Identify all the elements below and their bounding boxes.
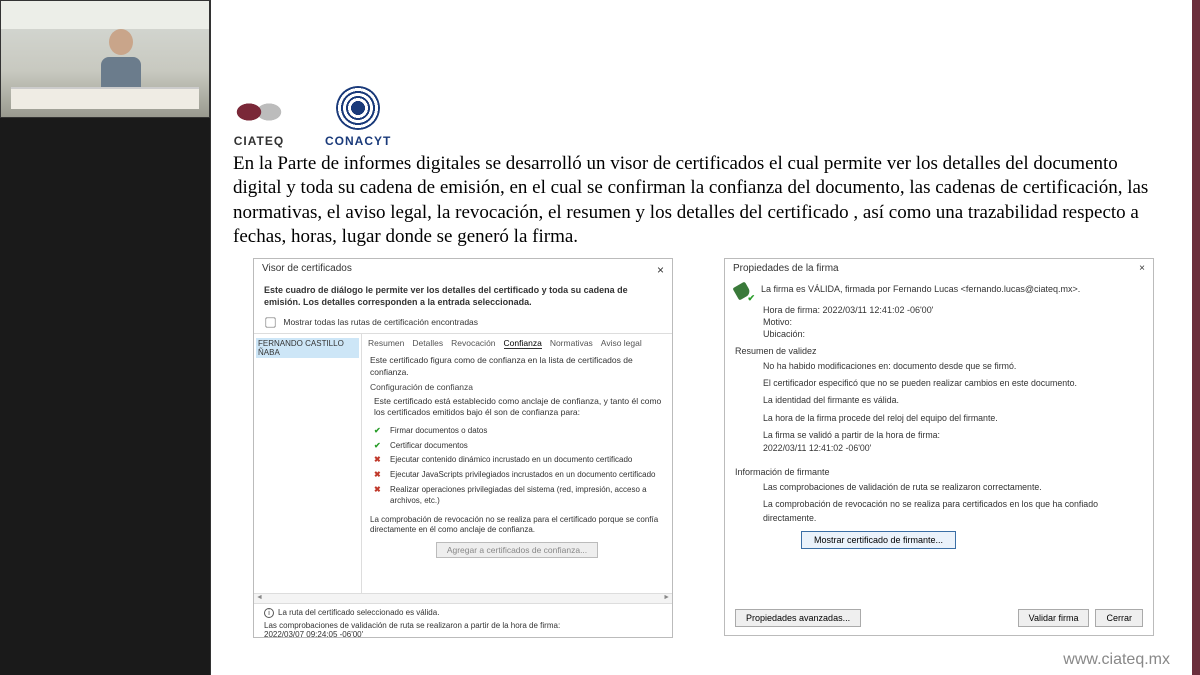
sign-time-label: Hora de firma: — [763, 305, 820, 315]
tab-confianza[interactable]: Confianza — [504, 338, 542, 349]
tab-normativas[interactable]: Normativas — [550, 338, 593, 349]
validity-item: El certificador especificó que no se pue… — [763, 377, 1141, 390]
validity-summary-header: Resumen de validez — [725, 340, 1153, 358]
revocation-note: La comprobación de revocación no se real… — [370, 515, 664, 537]
show-all-paths-label: Mostrar todas las rutas de certificación… — [283, 317, 478, 327]
presentation-slide: CIATEQ CONACYT En la Parte de informes d… — [210, 0, 1200, 675]
info-icon: i — [264, 608, 274, 618]
validity-summary-body: No ha habido modificaciones en: document… — [725, 358, 1153, 461]
sign-time-value: 2022/03/11 12:41:02 -06'00' — [823, 305, 934, 315]
validity-item: La hora de la firma procede del reloj de… — [763, 412, 1141, 425]
cross-icon: ✖ — [374, 470, 384, 481]
close-button[interactable]: Cerrar — [1095, 609, 1143, 627]
tab-revocacion[interactable]: Revocación — [451, 338, 495, 349]
reason-label: Motivo: — [725, 316, 1153, 328]
trust-item: ✖Ejecutar JavaScripts privilegiados incr… — [374, 468, 664, 483]
cert-tree-item[interactable]: FERNANDO CASTILLO ÑABA — [256, 338, 359, 358]
conacyt-logo-label: CONACYT — [325, 134, 391, 148]
validity-item: La identidad del firmante es válida. — [763, 394, 1141, 407]
slide-body-text: En la Parte de informes digitales se des… — [233, 152, 1170, 249]
trust-config-header: Configuración de confianza — [370, 382, 664, 393]
trust-item: ✔Firmar documentos o datos — [374, 424, 664, 439]
dlg1-close-icon[interactable]: × — [657, 263, 664, 277]
footer-url: www.ciateq.mx — [1063, 651, 1170, 669]
validity-item: No ha habido modificaciones en: document… — [763, 360, 1141, 373]
show-signer-cert-button[interactable]: Mostrar certificado de firmante... — [801, 531, 956, 549]
signature-valid-icon: ✔ — [735, 284, 753, 302]
dlg1-title: Visor de certificados — [262, 263, 352, 277]
trust-items-list: ✔Firmar documentos o datos ✔Certificar d… — [370, 424, 664, 509]
path-checks-text: Las comprobaciones de validación de ruta… — [264, 621, 662, 630]
validity-item: La firma se validó a partir de la hora d… — [763, 429, 1141, 455]
add-to-trusted-button[interactable]: Agregar a certificados de confianza... — [436, 542, 598, 558]
trust-item: ✖Ejecutar contenido dinámico incrustado … — [374, 453, 664, 468]
signer-info-body: Las comprobaciones de validación de ruta… — [725, 479, 1153, 551]
check-icon: ✔ — [374, 426, 384, 437]
signer-info-header: Información de firmante — [725, 461, 1153, 479]
advanced-properties-button[interactable]: Propiedades avanzadas... — [735, 609, 861, 627]
signer-info-item: La comprobación de revocación no se real… — [763, 498, 1141, 524]
signature-properties-dialog: Propiedades de la firma × ✔ La firma es … — [724, 258, 1154, 636]
ciateq-logo-label: CIATEQ — [234, 134, 284, 148]
dlg2-close-icon[interactable]: × — [1139, 263, 1145, 274]
tab-resumen[interactable]: Resumen — [368, 338, 404, 349]
trust-item: ✔Certificar documentos — [374, 439, 664, 454]
certificate-viewer-dialog: Visor de certificados × Este cuadro de d… — [253, 258, 673, 638]
ciateq-logo: CIATEQ — [233, 94, 285, 148]
tab-aviso-legal[interactable]: Aviso legal — [601, 338, 642, 349]
signer-info-item: Las comprobaciones de validación de ruta… — [763, 481, 1141, 494]
cert-chain-tree[interactable]: FERNANDO CASTILLO ÑABA — [254, 334, 362, 593]
tab-detalles[interactable]: Detalles — [412, 338, 443, 349]
presenter-webcam — [0, 0, 210, 118]
ciateq-logo-icon — [233, 94, 285, 130]
path-valid-text: La ruta del certificado seleccionado es … — [278, 608, 439, 617]
signature-valid-text: La firma es VÁLIDA, firmada por Fernando… — [761, 284, 1080, 294]
dlg2-title: Propiedades de la firma — [733, 263, 839, 274]
cross-icon: ✖ — [374, 455, 384, 466]
cross-icon: ✖ — [374, 485, 384, 496]
dlg1-intro: Este cuadro de diálogo le permite ver lo… — [254, 281, 672, 314]
conacyt-logo-icon — [336, 86, 380, 130]
trust-config-desc: Este certificado está establecido como a… — [374, 396, 664, 419]
check-icon: ✔ — [374, 441, 384, 452]
horizontal-scrollbar[interactable] — [254, 593, 672, 603]
conacyt-logo: CONACYT — [325, 86, 391, 148]
path-checks-time: 2022/03/07 09:24:05 -06'00' — [264, 630, 662, 639]
trust-item: ✖Realizar operaciones privilegiadas del … — [374, 483, 664, 509]
validate-signature-button[interactable]: Validar firma — [1018, 609, 1090, 627]
location-label: Ubicación: — [725, 328, 1153, 340]
show-all-paths-checkbox[interactable] — [265, 318, 275, 328]
trust-tab-intro: Este certificado figura como de confianz… — [370, 355, 664, 378]
